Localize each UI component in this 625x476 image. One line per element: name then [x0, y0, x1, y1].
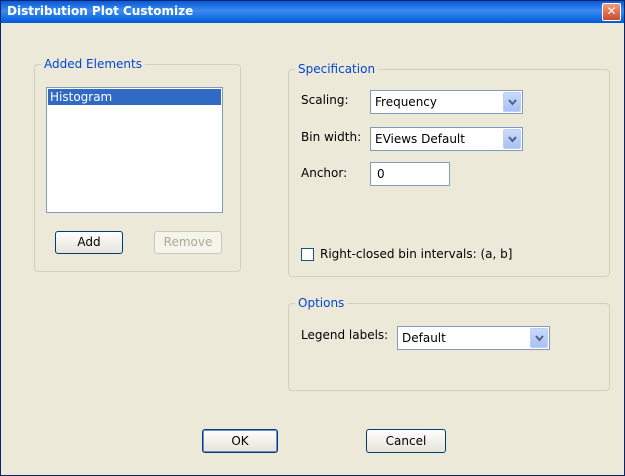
scaling-select[interactable]: Frequency — [370, 90, 523, 114]
chevron-down-icon[interactable] — [530, 328, 548, 348]
window-title: Distribution Plot Customize — [7, 4, 193, 18]
scaling-label: Scaling: — [301, 93, 349, 107]
legend-labels-select[interactable]: Default — [397, 326, 550, 350]
chevron-down-icon[interactable] — [503, 92, 521, 112]
anchor-input[interactable]: 0 — [370, 162, 450, 186]
options-legend: Options — [295, 296, 347, 310]
specification-group: Specification Scaling: Frequency Bin wid… — [288, 62, 610, 277]
add-button[interactable]: Add — [55, 231, 123, 254]
bin-width-select[interactable]: EViews Default — [370, 127, 523, 151]
legend-labels-value: Default — [402, 331, 446, 345]
specification-legend: Specification — [295, 62, 378, 76]
anchor-label: Anchor: — [301, 166, 347, 180]
close-button[interactable]: ✕ — [602, 3, 621, 21]
scaling-value: Frequency — [375, 95, 437, 109]
chevron-down-icon[interactable] — [503, 129, 521, 149]
title-bar[interactable]: Distribution Plot Customize ✕ — [1, 1, 624, 23]
list-item-histogram[interactable]: Histogram — [48, 89, 221, 105]
close-icon: ✕ — [606, 4, 616, 18]
right-closed-label: Right-closed bin intervals: (a, b] — [320, 247, 512, 261]
bin-width-label: Bin width: — [301, 130, 361, 144]
remove-button[interactable]: Remove — [154, 231, 222, 254]
added-elements-listbox[interactable]: Histogram — [46, 87, 223, 213]
anchor-value: 0 — [377, 167, 385, 181]
ok-button[interactable]: OK — [202, 429, 278, 453]
bin-width-value: EViews Default — [375, 132, 465, 146]
dialog-window: Distribution Plot Customize ✕ Added Elem… — [0, 0, 625, 476]
right-closed-checkbox[interactable] — [301, 248, 314, 261]
options-group: Options Legend labels: Default — [288, 296, 610, 391]
legend-labels-label: Legend labels: — [301, 328, 388, 342]
cancel-button[interactable]: Cancel — [366, 429, 446, 453]
added-elements-group: Added Elements Histogram Add Remove — [34, 57, 241, 272]
added-elements-legend: Added Elements — [41, 57, 145, 71]
